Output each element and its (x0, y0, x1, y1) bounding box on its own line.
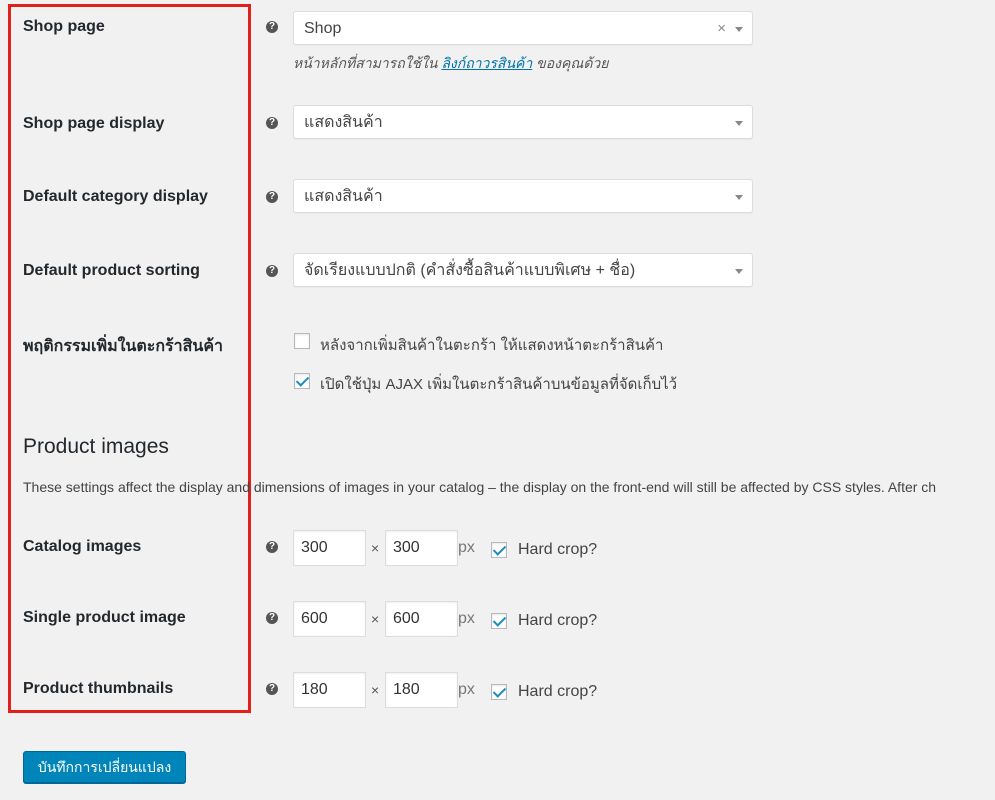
default-product-sorting-value: จัดเรียงแบบปกติ (คำสั่งซื้อสินค้าแบบพิเศ… (304, 262, 636, 279)
shop-page-display-value: แสดงสินค้า (304, 114, 383, 131)
default-category-display-value: แสดงสินค้า (304, 188, 383, 205)
permalinks-link[interactable]: ลิงก์ถาวรสินค้า (441, 55, 532, 71)
shop-page-display-select[interactable]: แสดงสินค้า (293, 105, 753, 139)
catalog-height-input[interactable]: 300 (385, 530, 458, 566)
save-changes-button[interactable]: บันทึกการเปลี่ยนแปลง (23, 751, 186, 783)
unit-label: px (458, 610, 475, 627)
hard-crop-label: Hard crop? (518, 612, 598, 629)
times-sign: × (371, 611, 380, 627)
unit-label: px (458, 539, 475, 556)
times-sign: × (371, 682, 380, 698)
ajax-add-to-cart-checkbox[interactable] (294, 373, 310, 389)
shop-page-display-label: Shop page display (23, 115, 165, 132)
product-thumbnails-label: Product thumbnails (23, 680, 174, 697)
chevron-down-icon (735, 195, 743, 200)
single-height-input[interactable]: 600 (385, 601, 458, 637)
shop-page-value: Shop (304, 20, 342, 37)
thumbnail-hard-crop-checkbox[interactable] (491, 684, 507, 700)
help-icon[interactable]: ? (266, 541, 278, 553)
default-category-display-label: Default category display (23, 188, 208, 205)
catalog-width-input[interactable]: 300 (293, 530, 366, 566)
single-hard-crop-checkbox[interactable] (491, 613, 507, 629)
catalog-images-label: Catalog images (23, 538, 142, 555)
times-sign: × (371, 540, 380, 556)
desc-text-after: ของคุณด้วย (532, 55, 609, 71)
single-width-input[interactable]: 600 (293, 601, 366, 637)
help-icon[interactable]: ? (266, 21, 278, 33)
help-icon[interactable]: ? (266, 265, 278, 277)
product-images-heading: Product images (23, 435, 169, 458)
help-icon[interactable]: ? (266, 191, 278, 203)
redirect-to-cart-label: หลังจากเพิ่มสินค้าในตะกร้า ให้แสดงหน้าตะ… (320, 337, 664, 354)
thumbnail-width-input[interactable]: 180 (293, 672, 366, 708)
unit-label: px (458, 681, 475, 698)
redirect-to-cart-checkbox[interactable] (294, 333, 310, 349)
thumbnail-height-input[interactable]: 180 (385, 672, 458, 708)
catalog-hard-crop-checkbox[interactable] (491, 542, 507, 558)
hard-crop-label: Hard crop? (518, 541, 598, 558)
desc-text-before: หน้าหลักที่สามารถใช้ใน (293, 55, 442, 71)
product-images-intro: These settings affect the display and di… (23, 479, 937, 495)
shop-page-label: Shop page (23, 18, 105, 35)
chevron-down-icon (735, 269, 743, 274)
help-icon[interactable]: ? (266, 683, 278, 695)
ajax-add-to-cart-label: เปิดใช้ปุ่ม AJAX เพิ่มในตะกร้าสินค้าบนข้… (320, 376, 678, 393)
shop-page-select[interactable]: Shop × (293, 11, 753, 45)
default-category-display-select[interactable]: แสดงสินค้า (293, 179, 753, 213)
default-product-sorting-select[interactable]: จัดเรียงแบบปกติ (คำสั่งซื้อสินค้าแบบพิเศ… (293, 253, 753, 287)
help-icon[interactable]: ? (266, 117, 278, 129)
add-to-cart-behaviour-label: พฤติกรรมเพิ่มในตะกร้าสินค้า (23, 338, 223, 355)
chevron-down-icon (735, 27, 743, 32)
chevron-down-icon (735, 121, 743, 126)
default-product-sorting-label: Default product sorting (23, 262, 200, 279)
help-icon[interactable]: ? (266, 612, 278, 624)
shop-page-description: หน้าหลักที่สามารถใช้ใน ลิงก์ถาวรสินค้า ข… (293, 53, 608, 75)
single-product-image-label: Single product image (23, 609, 186, 626)
hard-crop-label: Hard crop? (518, 683, 598, 700)
clear-icon[interactable]: × (717, 12, 726, 46)
